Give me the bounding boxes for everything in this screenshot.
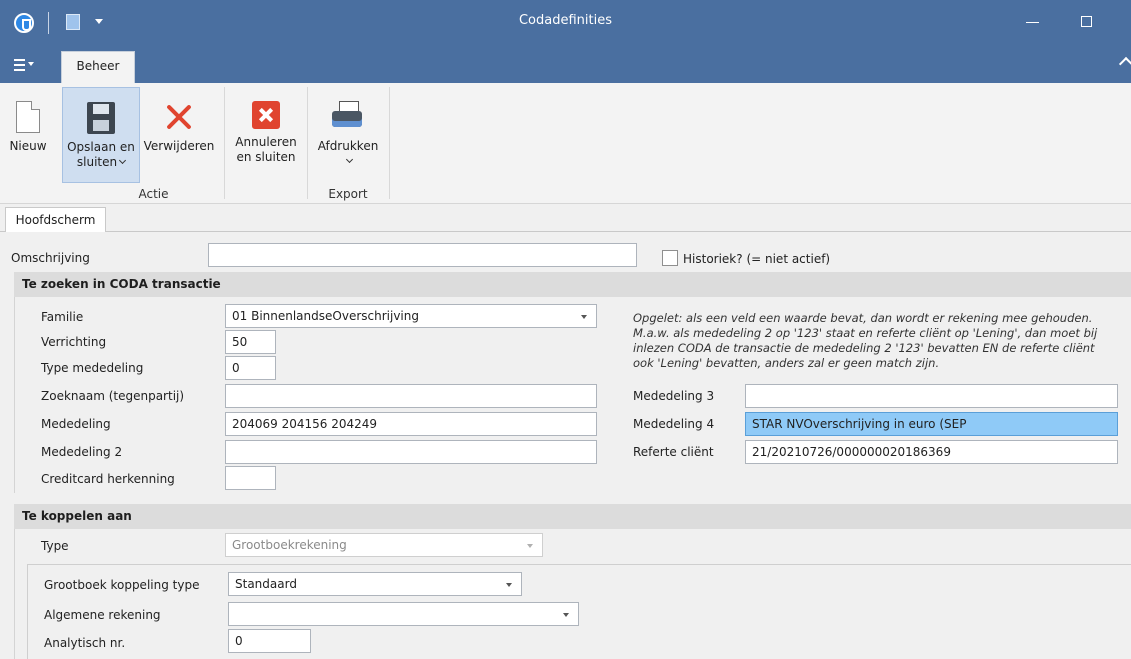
print-dropdown-row <box>310 154 386 169</box>
ribbon: Nieuw Opslaan en sluiten Verwijderen Ann… <box>0 83 1131 204</box>
new-button[interactable]: Nieuw <box>0 87 56 183</box>
save-button-label-2-row: sluiten <box>63 155 139 170</box>
historiek-checkbox[interactable] <box>662 250 678 266</box>
mededeling-2-label: Mededeling 2 <box>41 445 123 459</box>
creditcard-input[interactable] <box>225 466 276 490</box>
maximize-icon[interactable] <box>1081 16 1092 27</box>
mededeling-3-input[interactable] <box>745 384 1118 408</box>
note-line-4: ook 'Lening' bevatten, anders zal er gee… <box>633 356 940 370</box>
ribbon-tab-bar: Beheer <box>0 45 1131 84</box>
referte-client-label: Referte cliënt <box>633 445 714 459</box>
analytisch-nr-input[interactable]: 0 <box>228 629 311 653</box>
algemene-rekening-combobox[interactable] <box>228 602 579 626</box>
familie-label: Familie <box>41 310 84 324</box>
grootboek-type-label: Grootboek koppeling type <box>44 578 200 592</box>
omschrijving-input[interactable] <box>208 243 637 267</box>
type-mededeling-input[interactable]: 0 <box>225 356 276 380</box>
mededeling-3-label: Mededeling 3 <box>633 389 715 403</box>
print-button-label: Afdrukken <box>317 139 379 153</box>
mededeling-2-input[interactable] <box>225 440 597 464</box>
note-line-3: inlezen CODA de transactie de mededeling… <box>633 341 1095 355</box>
group-label-actie: Actie <box>138 187 169 201</box>
app-menu-icon[interactable] <box>14 59 34 71</box>
creditcard-label: Creditcard herkenning <box>41 472 175 486</box>
tab-beheer[interactable]: Beheer <box>61 51 135 84</box>
minimize-icon[interactable] <box>1026 22 1039 23</box>
familie-value: 01 BinnenlandseOverschrijving <box>232 309 419 323</box>
info-note: Opgelet: als een veld een waarde bevat, … <box>633 311 1123 371</box>
mededeling-4-input[interactable]: STAR NVOverschrijving in euro (SEP <box>745 412 1118 436</box>
grootboek-type-value: Standaard <box>235 577 297 591</box>
chevron-down-icon <box>119 156 127 165</box>
analytisch-nr-label: Analytisch nr. <box>44 636 126 650</box>
type-label: Type <box>41 539 69 553</box>
printer-icon <box>332 101 364 133</box>
collapse-ribbon-icon[interactable] <box>1118 56 1131 72</box>
form-content: Omschrijving Historiek? (= niet actief) … <box>0 232 1131 659</box>
document-tab-bar: Hoofdscherm <box>0 204 1131 233</box>
delete-button-label: Verwijderen <box>143 139 215 153</box>
app-window: Codadefinities Beheer Nieuw Opslaan en s… <box>0 0 1131 659</box>
mededeling-input[interactable]: 204069 204156 204249 <box>225 412 597 436</box>
note-line-1: Opgelet: als een veld een waarde bevat, … <box>633 311 1093 325</box>
new-document-icon <box>16 101 40 133</box>
ribbon-group-separator <box>389 87 390 199</box>
delete-icon <box>165 101 193 133</box>
save-button-label-1: Opslaan en <box>67 140 135 154</box>
grootboek-type-combobox[interactable]: Standaard <box>228 572 522 596</box>
save-icon <box>87 102 115 134</box>
section-header-link: Te koppelen aan <box>14 504 1131 529</box>
mededeling-4-label: Mededeling 4 <box>633 417 715 431</box>
note-line-2: M.a.w. als mededeling 2 op '123' staat e… <box>633 326 1098 340</box>
type-mededeling-label: Type mededeling <box>41 361 144 375</box>
window-title: Codadefinities <box>518 13 613 28</box>
cancel-button-label-1: Annuleren <box>235 135 297 149</box>
chevron-down-icon <box>345 155 354 164</box>
verrichting-input[interactable]: 50 <box>225 330 276 354</box>
ribbon-divider <box>224 87 225 199</box>
ribbon-group-separator <box>307 87 308 199</box>
print-button[interactable]: Afdrukken <box>310 87 386 183</box>
tab-hoofdscherm[interactable]: Hoofdscherm <box>5 207 106 233</box>
delete-button[interactable]: Verwijderen <box>141 87 217 183</box>
referte-client-input[interactable]: 21/20210726/000000020186369 <box>745 440 1118 464</box>
save-and-close-button[interactable]: Opslaan en sluiten <box>62 87 140 183</box>
type-combobox[interactable]: Grootboekrekening <box>225 533 543 557</box>
group-label-export: Export <box>328 187 368 201</box>
historiek-label: Historiek? (= niet actief) <box>683 252 831 266</box>
familie-combobox[interactable]: 01 BinnenlandseOverschrijving <box>225 304 597 328</box>
cancel-and-close-button[interactable]: Annuleren en sluiten <box>228 87 304 183</box>
title-bar: Codadefinities <box>0 0 1131 45</box>
save-button-label-2: sluiten <box>76 155 118 169</box>
omschrijving-label: Omschrijving <box>11 251 90 265</box>
new-button-label: Nieuw <box>9 139 47 153</box>
verrichting-label: Verrichting <box>41 335 107 349</box>
mededeling-label: Mededeling <box>41 417 111 431</box>
algemene-rekening-label: Algemene rekening <box>44 608 161 622</box>
section-header-search: Te zoeken in CODA transactie <box>14 272 1131 297</box>
cancel-button-label-2: en sluiten <box>236 150 296 164</box>
zoeknaam-input[interactable] <box>225 384 597 408</box>
type-value: Grootboekrekening <box>232 538 347 552</box>
zoeknaam-label: Zoeknaam (tegenpartij) <box>41 389 185 403</box>
cancel-icon <box>252 101 280 129</box>
